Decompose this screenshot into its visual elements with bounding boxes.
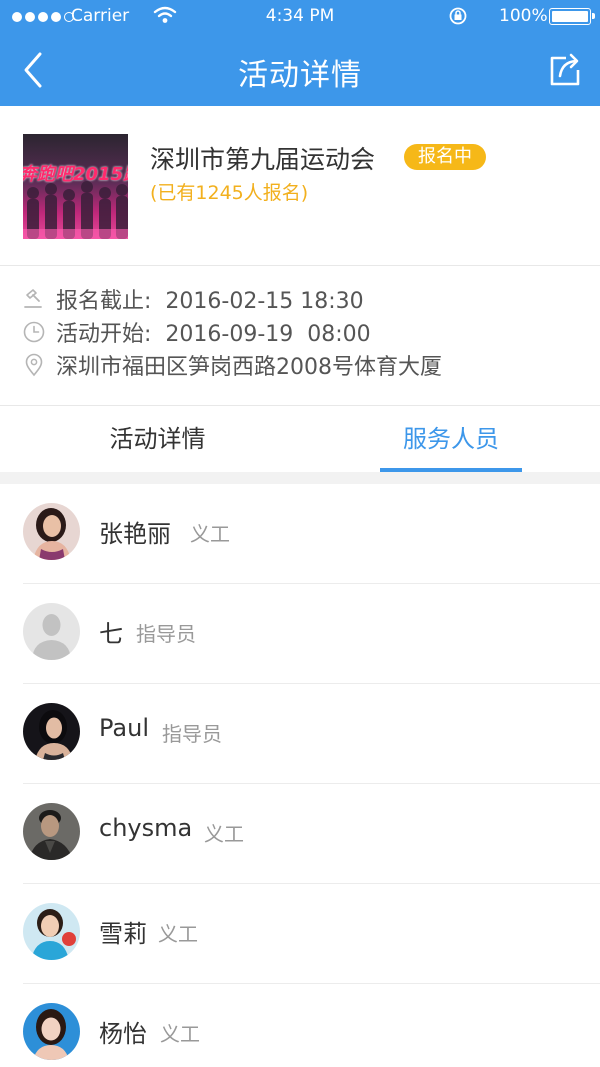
- signup-count: (已有1245人报名): [150, 182, 309, 204]
- top-bar: Carrier 4:34 PM 100% 活动详情: [0, 0, 600, 106]
- staff-role: 指导员: [136, 622, 196, 646]
- staff-role: 义工: [190, 522, 230, 546]
- event-name: 深圳市第九届运动会: [150, 145, 376, 174]
- avatar: [23, 703, 80, 760]
- staff-name: 杨怡: [99, 1020, 147, 1048]
- list-item[interactable]: chysma 义工: [0, 784, 600, 884]
- battery-percent: 100%: [499, 6, 548, 26]
- gavel-icon: [24, 289, 42, 308]
- avatar: [23, 503, 80, 560]
- clock-icon: [23, 321, 45, 343]
- avatar: [23, 803, 80, 860]
- crowd-silhouette: [23, 181, 128, 239]
- staff-list: 张艳丽 义工 七 指导员 Paul 指导员 chysma 义工 雪莉 义工 杨怡…: [0, 484, 600, 1067]
- tab-event-details[interactable]: 活动详情: [90, 406, 225, 472]
- staff-role: 义工: [204, 822, 244, 846]
- status-badge: 报名中: [404, 144, 486, 170]
- location-text: 深圳市福田区笋岗西路2008号体育大厦: [56, 355, 442, 380]
- staff-role: 指导员: [162, 722, 222, 746]
- event-poster-image[interactable]: 奔跑吧2015跑: [23, 134, 128, 239]
- staff-role: 义工: [158, 922, 198, 946]
- rotation-lock-icon: [449, 7, 467, 25]
- section-divider: [0, 472, 600, 484]
- event-header: 奔跑吧2015跑 深圳市第九届运动会 报名中 (已有1245人报名): [0, 106, 600, 266]
- list-item[interactable]: 张艳丽 义工: [0, 484, 600, 584]
- staff-role: 义工: [160, 1022, 200, 1046]
- avatar: [23, 1003, 80, 1060]
- location-pin-icon: [25, 353, 43, 377]
- staff-name: chysma: [99, 814, 193, 842]
- deadline-text: 报名截止: 2016-02-15 18:30: [56, 289, 364, 314]
- avatar: [23, 903, 80, 960]
- list-item[interactable]: Paul 指导员: [0, 684, 600, 784]
- staff-name: 张艳丽: [99, 520, 171, 548]
- list-item[interactable]: 雪莉 义工: [0, 884, 600, 984]
- location-row[interactable]: 深圳市福田区笋岗西路2008号体育大厦: [22, 349, 442, 381]
- start-time-row: 活动开始: 2016-09-19 08:00: [22, 316, 371, 348]
- page-title: 活动详情: [238, 58, 362, 93]
- tab-service-staff[interactable]: 服务人员: [380, 406, 522, 472]
- staff-name: Paul: [99, 714, 149, 742]
- event-info: 报名截止: 2016-02-15 18:30 活动开始: 2016-09-19 …: [0, 266, 600, 406]
- list-item[interactable]: 七 指导员: [0, 584, 600, 684]
- share-button[interactable]: [544, 50, 584, 90]
- navigation-bar: 活动详情: [0, 34, 600, 106]
- deadline-row: 报名截止: 2016-02-15 18:30: [22, 283, 364, 315]
- start-time-text: 活动开始: 2016-09-19 08:00: [56, 322, 371, 347]
- list-item[interactable]: 杨怡 义工: [0, 984, 600, 1067]
- staff-name: 雪莉: [99, 920, 147, 948]
- staff-name: 七: [99, 620, 123, 648]
- battery-icon: [549, 8, 595, 25]
- default-person-icon: [23, 603, 80, 660]
- tab-bar: 活动详情 服务人员: [0, 406, 600, 472]
- status-bar: Carrier 4:34 PM 100%: [0, 0, 600, 34]
